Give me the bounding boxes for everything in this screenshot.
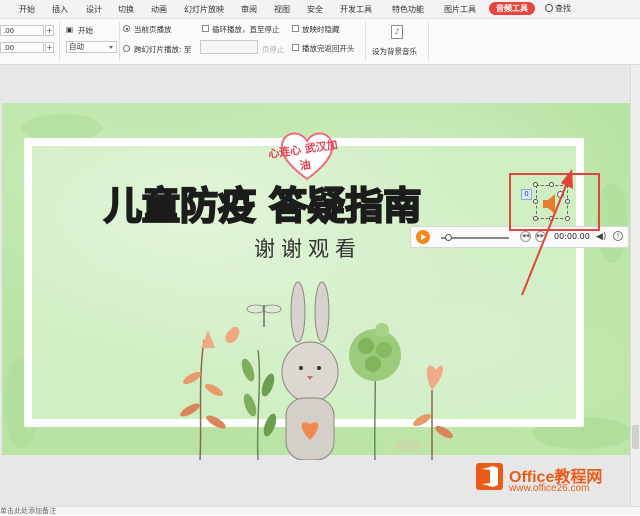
start-icon: ▣ [66, 25, 74, 34]
current-page-label: 当前页播放 [134, 25, 172, 34]
loop-label: 循环播放，直至停止 [212, 25, 280, 34]
watermark-url: www.office26.com [509, 483, 590, 494]
menu-picture-tools[interactable]: 图片工具 [444, 4, 476, 15]
search-button[interactable]: 查找 [545, 3, 571, 14]
fade-in-field[interactable]: .00 [0, 25, 44, 36]
start-select-value: 自动 [69, 42, 84, 51]
menu-bar: 开始 插入 设计 切换 动画 幻灯片放映 审阅 视图 安全 开发工具 特色功能 … [0, 0, 640, 19]
fade-out-plus-button[interactable]: + [45, 42, 54, 53]
cross-slide-radio[interactable] [123, 45, 130, 52]
menu-design[interactable]: 设计 [86, 4, 102, 15]
current-page-radio[interactable] [123, 25, 130, 32]
loop-checkbox[interactable] [202, 25, 209, 32]
rewind-label: 播放完返回开头 [302, 44, 355, 53]
notes-placeholder[interactable]: 单击此处添加备注 [0, 506, 56, 516]
search-label: 查找 [555, 4, 571, 13]
cross-slide-label: 跨幻灯片播放: 至 [134, 45, 192, 54]
menu-transition[interactable]: 切换 [118, 4, 134, 15]
menu-animation[interactable]: 动画 [151, 4, 167, 15]
menu-insert[interactable]: 插入 [52, 4, 68, 15]
menu-security[interactable]: 安全 [307, 4, 323, 15]
tab-audio-tools[interactable]: 音频工具 [489, 2, 535, 15]
start-select[interactable]: 自动 [66, 41, 117, 53]
menu-review[interactable]: 审阅 [241, 4, 257, 15]
scrollbar-thumb[interactable] [632, 425, 639, 449]
menu-developer[interactable]: 开发工具 [340, 4, 372, 15]
page-stop-label: 页停止 [262, 45, 285, 54]
chevron-down-icon [109, 46, 113, 49]
background-music-icon[interactable]: ♪ [391, 25, 403, 39]
vertical-scrollbar[interactable] [630, 65, 640, 506]
hide-checkbox[interactable] [292, 25, 299, 32]
slide-workspace: 心连心 武汉加油 儿童防疫 答疑指南 谢谢观看 ◀◀ ▶▶ 00:00.00 ◀… [0, 65, 640, 506]
fade-out-field[interactable]: .00 [0, 42, 44, 53]
start-label: 开始 [78, 26, 93, 35]
stop-page-field[interactable] [200, 40, 258, 54]
fade-in-plus-button[interactable]: + [45, 25, 54, 36]
annotation-arrow [521, 169, 573, 296]
background-music-button[interactable]: 设为背景音乐 [372, 46, 417, 57]
search-icon [545, 4, 553, 12]
menu-slideshow[interactable]: 幻灯片放映 [184, 4, 224, 15]
menu-view[interactable]: 视图 [274, 4, 290, 15]
office-logo-icon [476, 463, 503, 490]
ribbon: .00 + .00 + ▣ 开始 自动 当前页播放 跨幻灯片播放: 至 页停止 … [0, 19, 640, 65]
rewind-checkbox[interactable] [292, 44, 299, 51]
menu-special[interactable]: 特色功能 [392, 4, 424, 15]
menu-start[interactable]: 开始 [19, 4, 35, 15]
hide-label: 放映时隐藏 [302, 25, 340, 34]
